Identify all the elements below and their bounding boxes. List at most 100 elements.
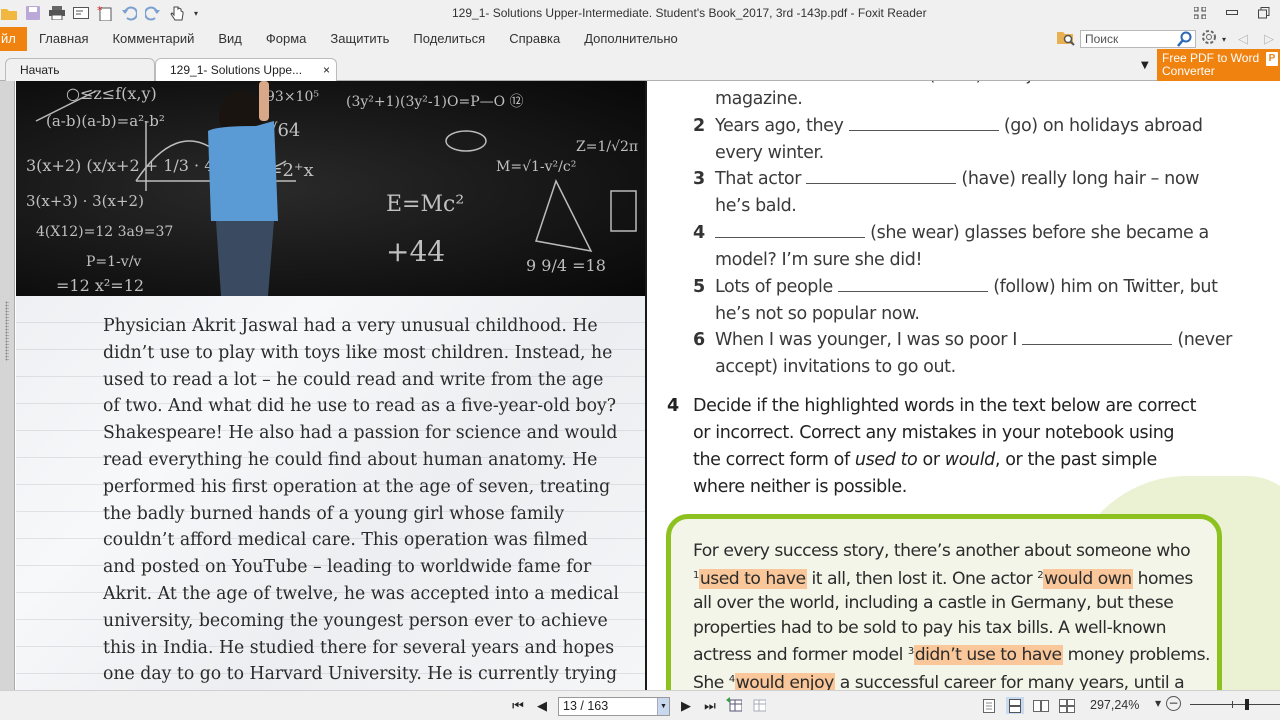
task-number: 4 [667,396,679,416]
menu-home[interactable]: Главная [27,26,100,52]
highlight-1: used to have [698,568,807,589]
previous-page-icon[interactable]: ◀ [534,699,550,714]
print-icon[interactable] [48,4,66,22]
title-bar: * ▾ 129_1- Solutions Upper-Intermediate.… [0,0,1280,26]
highlight-3: didn’t use to have [913,645,1063,665]
exercise-item-5: Lots of people (follow) him on Twitter, … [715,277,1218,297]
next-view-icon[interactable] [750,696,767,716]
answer-blank [806,170,957,184]
redo-icon[interactable] [144,4,162,22]
story-line: Akrit. At the age of twelve, he was acce… [103,583,619,604]
menu-form[interactable]: Форма [254,26,319,52]
story-line: Shakespeare! He also had a passion for s… [103,423,618,444]
menu-help[interactable]: Справка [497,26,572,52]
panel-grip-handle[interactable] [5,301,9,361]
exercise-number: 4 [693,223,705,243]
zoom-out-icon[interactable]: − [1166,696,1181,711]
open-icon[interactable] [0,4,18,22]
customize-toolbar-icon[interactable]: ▾ [192,4,200,22]
prev-result-icon[interactable]: ◁ [1238,32,1248,47]
answer-blank [848,117,999,131]
story-line: this in India. He studied there for seve… [103,637,615,658]
highlighted-text-box: For every success story, there’s another… [666,514,1222,690]
undo-icon[interactable] [120,4,138,22]
continuous-page-icon[interactable] [1006,697,1024,714]
single-page-icon[interactable] [980,697,998,714]
facing-pages-icon[interactable] [1032,697,1050,714]
answer-blank [1022,331,1173,345]
quick-access-toolbar: * ▾ [0,3,200,23]
navigation-panel-collapsed[interactable] [0,81,15,690]
menu-bar: Главная Комментарий Вид Форма Защитить П… [27,26,690,52]
restore-icon[interactable] [1248,0,1280,26]
search-icon[interactable] [1177,31,1193,50]
exercise-item-3: That actor (have) really long hair – now [715,169,1200,189]
answer-blank [838,278,989,292]
story-line: Physician Akrit Jaswal had a very unusua… [103,316,598,336]
exercise-number: 5 [693,277,705,297]
exercise-number: 6 [693,330,705,350]
file-tab[interactable]: йл [0,27,27,51]
close-tab-icon[interactable]: × [323,59,330,81]
settings-gear-icon[interactable] [1200,28,1218,50]
fullscreen-icon[interactable] [1184,0,1216,26]
foxit-reader-window: * ▾ 129_1- Solutions Upper-Intermediate.… [0,0,1280,720]
page-display-modes [980,697,1076,714]
exercise-item-continuation: model? I’m sure she did! [715,250,923,270]
pdf-to-word-promo-button[interactable]: Free PDF to Word Converter P [1157,49,1280,81]
exercise-item-continuation: every winter. [715,143,824,163]
menu-comment[interactable]: Комментарий [100,26,206,52]
story-line: used to read a lot – he could read and w… [103,369,604,390]
akrit-jaswal-story: Physician Akrit Jaswal had a very unusua… [103,313,619,688]
page-dropdown-icon[interactable]: ▼ [657,697,669,715]
zoom-level[interactable]: 297,24% [1090,698,1139,712]
story-line: the badly burned hands of a young girl w… [103,503,565,524]
menu-view[interactable]: Вид [206,26,254,52]
exercise-item-continuation: accept) invitations to go out. [715,357,956,377]
save-icon[interactable] [24,4,42,22]
instruction-line: or incorrect. Correct any mistakes in yo… [693,423,1175,443]
tab-start[interactable]: Начать [5,58,155,81]
continuous-facing-icon[interactable] [1058,697,1076,714]
menu-protect[interactable]: Защитить [318,26,401,52]
instruction-line: the correct form of used to or would, or… [693,450,1157,470]
menu-share[interactable]: Поделиться [401,26,497,52]
ribbon-menu: йл Главная Комментарий Вид Форма Защитит… [0,26,1280,54]
story-line: couldn’t afford medical care. This opera… [103,530,588,551]
exercise-item-1: He (work) as a journalist for a science [715,81,1216,85]
new-document-icon[interactable]: * [96,4,114,22]
tab-list-dropdown-icon[interactable]: ▼ [1141,60,1149,71]
instruction-line: Decide if the highlighted words in the t… [693,396,1197,416]
exercise-item-4: (she wear) glasses before she became a [715,223,1209,243]
exercise-item-continuation: he’s bald. [715,196,797,216]
exercise-number: 2 [693,116,705,136]
answer-blank [715,224,865,238]
zoom-slider-tick [1232,701,1233,708]
search-input[interactable]: Поиск [1080,30,1196,48]
promo-badge-icon: P [1266,52,1278,66]
highlight-4: would enjoy [734,672,835,690]
first-page-icon[interactable]: ⏮ [510,699,526,714]
page-number-input[interactable]: 13 / 163 ▼ [558,696,670,716]
email-icon[interactable] [72,4,90,22]
exercise-number: 3 [693,169,705,189]
settings-dropdown-icon[interactable]: ▾ [1222,35,1226,44]
last-page-icon[interactable]: ⏭ [702,699,718,714]
zoom-slider-thumb[interactable] [1245,699,1249,710]
folder-search-icon[interactable] [1056,28,1076,50]
story-line: of two. And what did he use to read as a… [103,396,617,417]
minimize-icon[interactable] [1216,0,1248,26]
textbox-content: For every success story, there’s another… [693,539,1211,690]
document-tab-bar: Начать 129_1- Solutions Uppe... × ▼ [0,54,1280,81]
zoom-slider[interactable] [1190,699,1280,710]
document-viewport[interactable]: ○≤z≤f(x,y) (a-b)(a-b)=a²-b² 3(x+2) (x/x+… [0,81,1280,690]
next-page-icon[interactable]: ▶ [678,699,694,714]
previous-view-icon[interactable] [726,696,743,716]
menu-extra[interactable]: Дополнительно [572,26,690,52]
tab-document[interactable]: 129_1- Solutions Uppe... × [155,58,337,81]
exercise-item-2: Years ago, they (go) on holidays abroad [715,116,1203,136]
next-result-icon[interactable]: ▷ [1264,32,1274,47]
zoom-dropdown-icon[interactable]: ▼ [1155,699,1161,708]
story-line: one day to go to Harvard University. He … [103,664,618,685]
hand-tool-icon[interactable] [168,4,186,22]
